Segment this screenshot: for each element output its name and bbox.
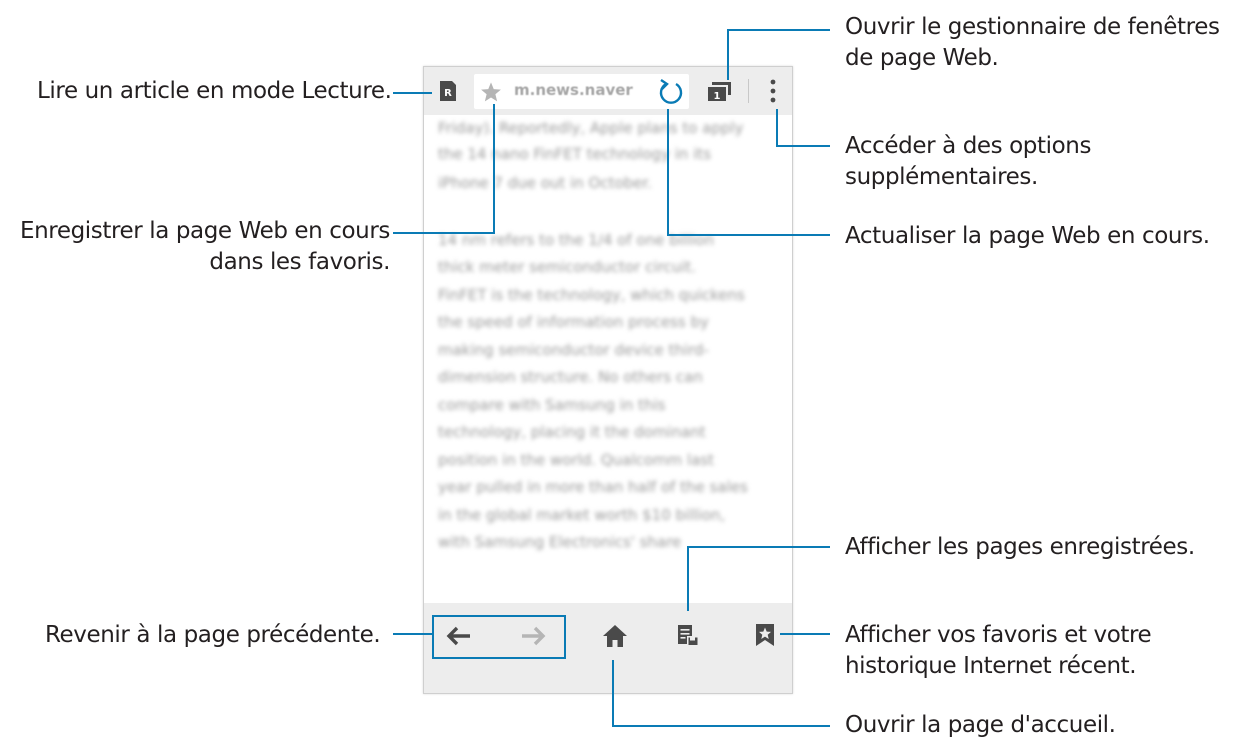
callout-leader-lines [393, 29, 830, 727]
leader-more-options [776, 109, 830, 147]
leader-window-manager [727, 29, 830, 80]
leader-home [612, 660, 830, 727]
leader-saved-pages [687, 546, 830, 611]
leader-refresh [667, 109, 830, 236]
leader-add-bookmark [393, 104, 495, 234]
